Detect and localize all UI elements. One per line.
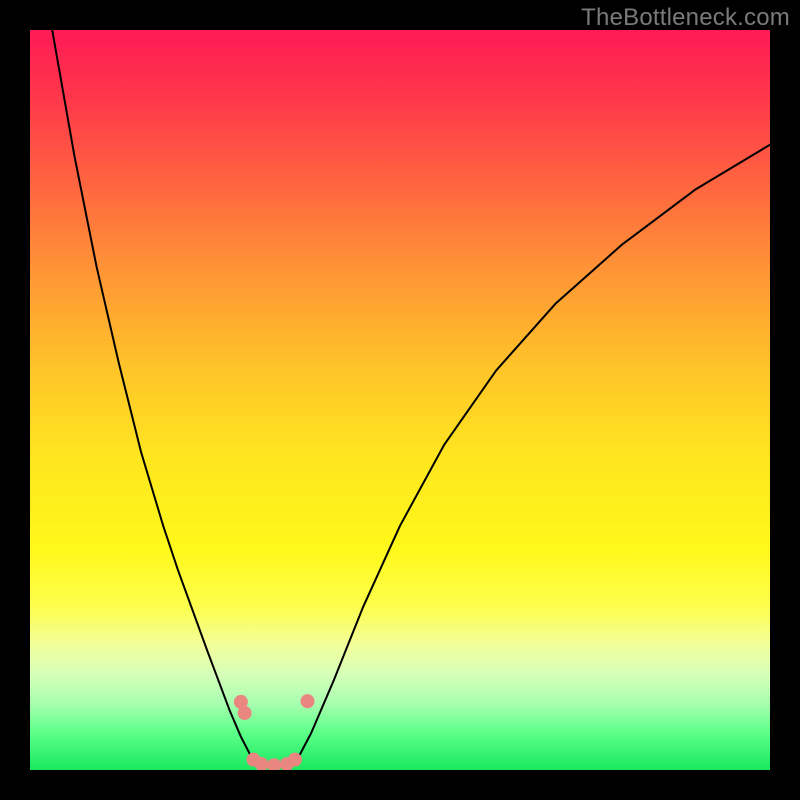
- curve-marker: [238, 706, 252, 720]
- outer-frame: TheBottleneck.com: [0, 0, 800, 800]
- curve-path: [52, 30, 770, 766]
- curve-marker: [267, 758, 281, 770]
- curve-marker: [301, 694, 315, 708]
- curve-marker: [288, 753, 302, 767]
- bottleneck-curve: [52, 30, 770, 766]
- curve-markers: [234, 694, 315, 770]
- curve-svg: [30, 30, 770, 770]
- watermark-text: TheBottleneck.com: [581, 4, 790, 32]
- plot-area: [30, 30, 770, 770]
